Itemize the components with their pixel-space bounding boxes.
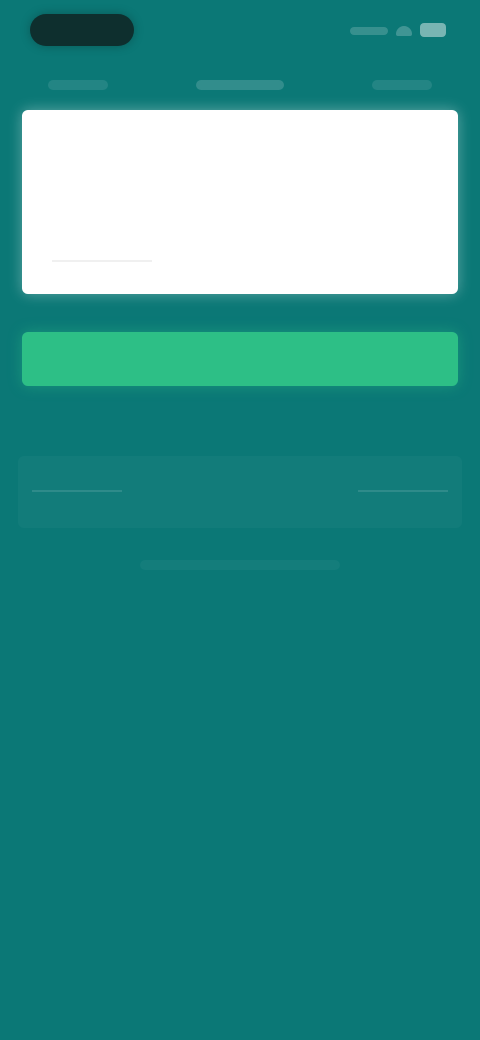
divider-line-right bbox=[358, 490, 448, 492]
primary-action-button[interactable] bbox=[22, 332, 458, 386]
signal-icon bbox=[350, 27, 388, 35]
tab-left[interactable] bbox=[48, 80, 108, 90]
status-time-pill bbox=[30, 14, 134, 46]
wifi-icon bbox=[396, 26, 412, 36]
section-label[interactable] bbox=[120, 478, 360, 504]
header-tabs bbox=[0, 70, 480, 100]
sub-hint bbox=[140, 560, 340, 570]
text-input-card bbox=[22, 110, 458, 294]
divider-line-left bbox=[32, 490, 122, 492]
status-bar bbox=[0, 0, 480, 64]
status-icons bbox=[350, 20, 446, 40]
tab-center[interactable] bbox=[196, 80, 284, 90]
tab-right[interactable] bbox=[372, 80, 432, 90]
battery-icon bbox=[420, 23, 446, 37]
input-underline bbox=[52, 260, 152, 262]
text-input[interactable] bbox=[22, 110, 458, 294]
